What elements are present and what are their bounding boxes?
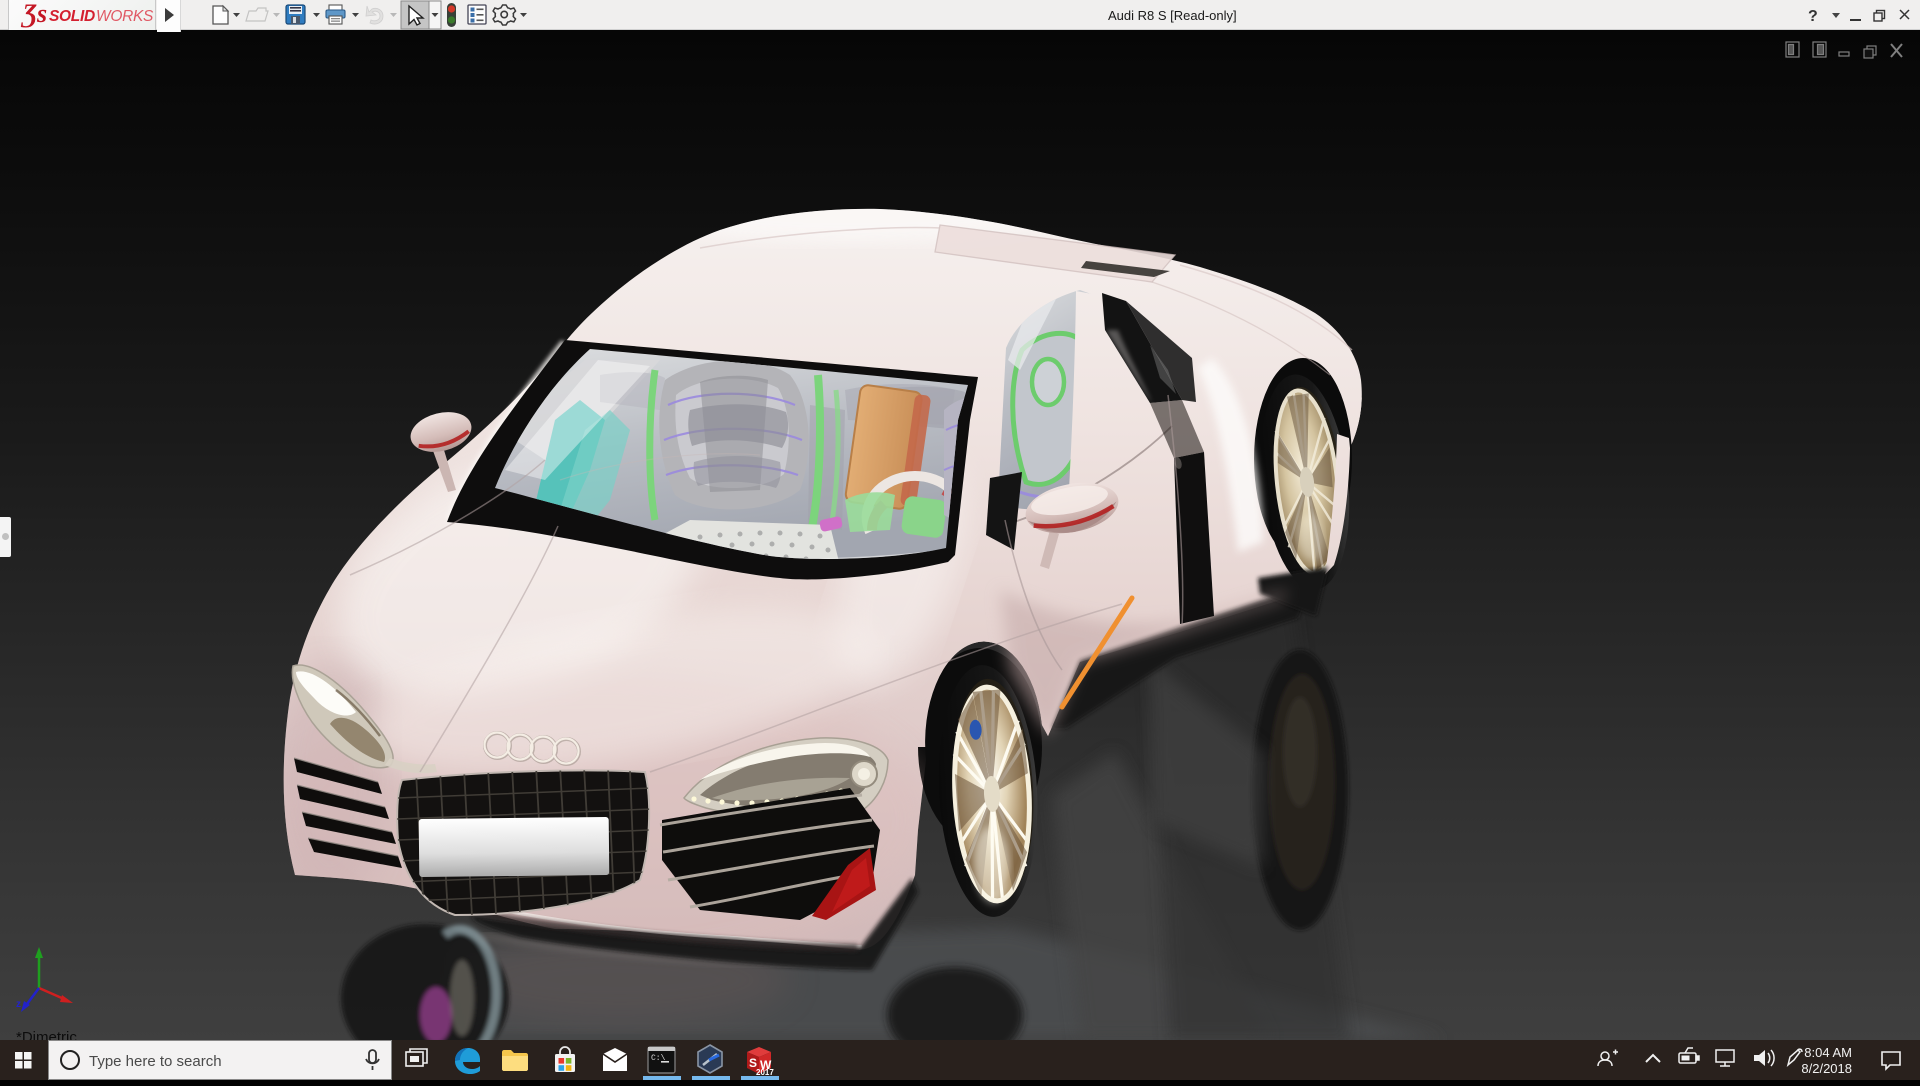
svg-text:8/2/2018: 8/2/2018 (1801, 1061, 1852, 1076)
svg-text:2017: 2017 (756, 1068, 774, 1077)
svg-text:Type here to search: Type here to search (89, 1053, 222, 1070)
svg-text:?: ? (1808, 8, 1818, 25)
svg-text:8:04 AM: 8:04 AM (1804, 1045, 1852, 1060)
